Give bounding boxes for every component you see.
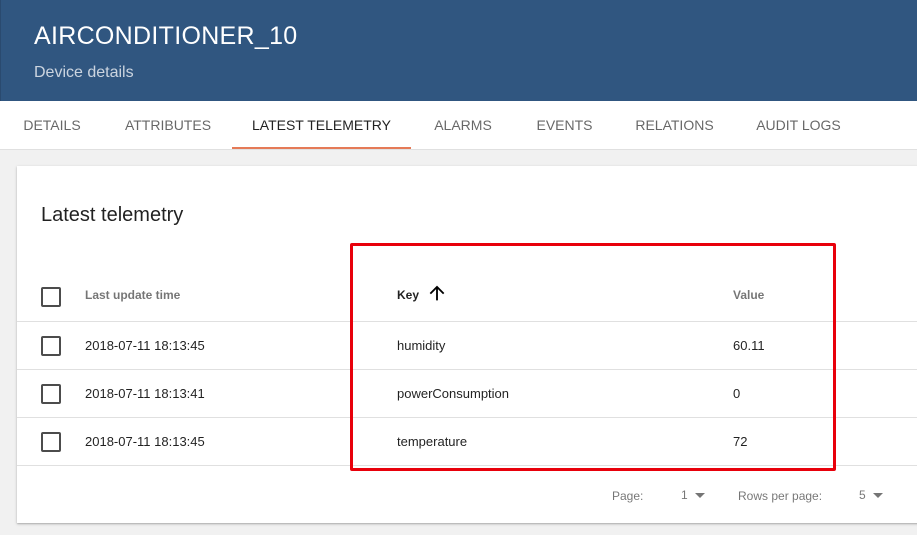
device-subtitle: Device details: [34, 64, 134, 81]
tab-bar: DETAILS ATTRIBUTES LATEST TELEMETRY ALAR…: [0, 101, 917, 150]
row-checkbox[interactable]: [41, 336, 61, 356]
row-checkbox[interactable]: [41, 432, 61, 452]
active-tab-indicator: [232, 147, 411, 149]
tab-attributes[interactable]: ATTRIBUTES: [104, 101, 232, 149]
row-checkbox[interactable]: [41, 384, 61, 404]
card-title: Latest telemetry: [41, 204, 184, 226]
rows-per-page-select-value[interactable]: 5: [859, 488, 866, 502]
tab-events[interactable]: EVENTS: [515, 101, 614, 149]
chevron-down-icon[interactable]: [873, 493, 883, 498]
page-select-value[interactable]: 1: [681, 488, 688, 502]
tab-latest-telemetry[interactable]: LATEST TELEMETRY: [232, 101, 411, 149]
device-title: AIRCONDITIONER_10: [34, 22, 298, 50]
chevron-down-icon[interactable]: [695, 493, 705, 498]
tab-alarms[interactable]: ALARMS: [411, 101, 515, 149]
device-header: AIRCONDITIONER_10 Device details: [0, 0, 917, 101]
tab-details[interactable]: DETAILS: [0, 101, 104, 149]
column-header-last-update-time[interactable]: Last update time: [85, 288, 180, 302]
page-label: Page:: [612, 489, 644, 503]
cell-last-update-time: 2018-07-11 18:13:45: [85, 338, 205, 353]
cell-last-update-time: 2018-07-11 18:13:41: [85, 386, 205, 401]
select-all-checkbox[interactable]: [41, 287, 61, 307]
tab-audit-logs[interactable]: AUDIT LOGS: [735, 101, 862, 149]
tab-relations[interactable]: RELATIONS: [614, 101, 735, 149]
rows-per-page-label: Rows per page:: [738, 489, 823, 503]
cell-last-update-time: 2018-07-11 18:13:45: [85, 434, 205, 449]
highlight-box: [350, 243, 836, 471]
